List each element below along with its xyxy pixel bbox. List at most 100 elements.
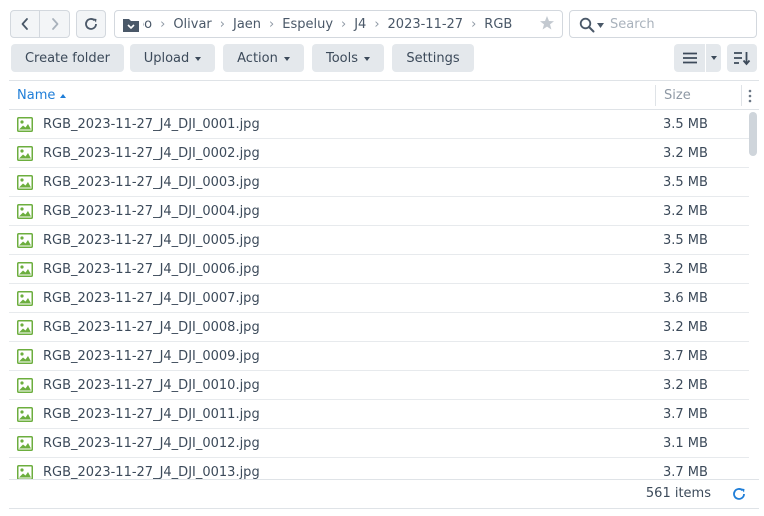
refresh-icon [85,18,97,30]
breadcrumb-item-olivar[interactable]: Olivar [171,17,213,32]
upload-label: Upload [143,50,190,66]
table-row[interactable]: RGB_2023-11-27_J4_DJI_0005.jpg 3.5 MB [9,226,749,255]
breadcrumb-separator: › [341,16,347,32]
column-header-name[interactable]: Name [17,88,67,103]
column-header-size[interactable]: Size [664,88,691,103]
item-count: 561 items [645,486,711,501]
file-name[interactable]: RGB_2023-11-27_J4_DJI_0005.jpg [43,233,260,248]
status-bar: 561 items [9,479,759,509]
action-label: Action [237,50,278,66]
image-file-icon [17,465,33,479]
breadcrumb-separator: › [374,16,380,32]
table-row[interactable]: RGB_2023-11-27_J4_DJI_0009.jpg 3.7 MB [9,342,749,371]
file-name[interactable]: RGB_2023-11-27_J4_DJI_0004.jpg [43,204,260,219]
table-row[interactable]: RGB_2023-11-27_J4_DJI_0007.jpg 3.6 MB [9,284,749,313]
table-row[interactable]: RGB_2023-11-27_J4_DJI_0012.jpg 3.1 MB [9,429,749,458]
file-name[interactable]: RGB_2023-11-27_J4_DJI_0001.jpg [43,117,260,132]
image-file-icon [17,233,33,248]
table-row[interactable]: RGB_2023-11-27_J4_DJI_0006.jpg 3.2 MB [9,255,749,284]
file-name[interactable]: RGB_2023-11-27_J4_DJI_0007.jpg [43,291,260,306]
sort-icon [734,52,751,66]
path-bar[interactable]: ɔo › Olivar › Jaen › Espeluy › J4 › 2023… [114,10,563,38]
file-size: 3.2 MB [663,146,708,161]
table-row[interactable]: RGB_2023-11-27_J4_DJI_0002.jpg 3.2 MB [9,139,749,168]
sort-button[interactable] [727,44,757,72]
file-size: 3.6 MB [663,291,708,306]
breadcrumb-separator: › [219,16,225,32]
table-row[interactable]: RGB_2023-11-27_J4_DJI_0011.jpg 3.7 MB [9,400,749,429]
file-name[interactable]: RGB_2023-11-27_J4_DJI_0003.jpg [43,175,260,190]
file-list-header: Name Size [9,81,759,110]
search-box[interactable] [569,10,757,38]
image-file-icon [17,204,33,219]
chevron-down-icon [283,56,290,61]
file-name[interactable]: RGB_2023-11-27_J4_DJI_0013.jpg [43,465,260,479]
image-file-icon [17,146,33,161]
view-mode-dropdown[interactable] [706,44,721,72]
search-icon[interactable] [579,17,595,33]
refresh-button[interactable] [76,10,106,38]
create-folder-button[interactable]: Create folder [11,44,124,72]
column-divider[interactable] [741,85,742,106]
file-name[interactable]: RGB_2023-11-27_J4_DJI_0002.jpg [43,146,260,161]
list-view-button[interactable] [674,44,705,72]
breadcrumb-item-jaen[interactable]: Jaen [231,17,263,32]
column-divider[interactable] [655,85,656,106]
table-row[interactable]: RGB_2023-11-27_J4_DJI_0008.jpg 3.2 MB [9,313,749,342]
file-size: 3.5 MB [663,233,708,248]
upload-button[interactable]: Upload [130,44,215,72]
file-name[interactable]: RGB_2023-11-27_J4_DJI_0011.jpg [43,407,260,422]
file-name[interactable]: RGB_2023-11-27_J4_DJI_0012.jpg [43,436,260,451]
image-file-icon [17,320,33,335]
breadcrumb-item-date[interactable]: 2023-11-27 [386,17,466,32]
action-button[interactable]: Action [223,44,304,72]
file-size: 3.2 MB [663,204,708,219]
file-size: 3.7 MB [663,349,708,364]
file-rows: RGB_2023-11-27_J4_DJI_0001.jpg 3.5 MB RGB_… [9,110,749,479]
table-row[interactable]: RGB_2023-11-27_J4_DJI_0010.jpg 3.2 MB [9,371,749,400]
breadcrumb-item-j4[interactable]: J4 [352,17,368,32]
search-input[interactable] [610,14,750,34]
scrollbar-thumb[interactable] [749,112,757,156]
file-name[interactable]: RGB_2023-11-27_J4_DJI_0006.jpg [43,262,260,277]
forward-button[interactable] [40,10,70,38]
column-header-name-label: Name [17,88,56,103]
vertical-scrollbar[interactable] [748,111,758,479]
settings-label: Settings [406,50,460,66]
folder-icon[interactable] [122,17,140,33]
table-row[interactable]: RGB_2023-11-27_J4_DJI_0013.jpg 3.7 MB [9,458,749,479]
table-row[interactable]: RGB_2023-11-27_J4_DJI_0003.jpg 3.5 MB [9,168,749,197]
image-file-icon [17,291,33,306]
breadcrumb-separator: › [471,16,477,32]
image-file-icon [17,262,33,277]
breadcrumb-item-espeluy[interactable]: Espeluy [280,17,335,32]
breadcrumb-item-rgb[interactable]: RGB [482,17,514,32]
file-size: 3.2 MB [663,262,708,277]
file-size: 3.7 MB [663,465,708,479]
file-name[interactable]: RGB_2023-11-27_J4_DJI_0009.jpg [43,349,260,364]
breadcrumb-item-truncated[interactable]: ɔo [143,17,154,32]
sort-ascending-icon [60,93,67,98]
image-file-icon [17,407,33,422]
tools-label: Tools [325,50,359,66]
chevron-down-icon [710,56,717,60]
file-name[interactable]: RGB_2023-11-27_J4_DJI_0010.jpg [43,378,260,393]
back-button[interactable] [10,10,40,38]
file-name[interactable]: RGB_2023-11-27_J4_DJI_0008.jpg [43,320,260,335]
kebab-menu-icon[interactable] [747,88,753,104]
settings-button[interactable]: Settings [392,44,474,72]
image-file-icon [17,378,33,393]
star-icon[interactable] [539,15,555,31]
chevron-down-icon[interactable] [597,23,604,28]
file-size: 3.2 MB [663,320,708,335]
breadcrumb: ɔo › Olivar › Jaen › Espeluy › J4 › 2023… [143,11,534,37]
refresh-icon[interactable] [731,486,747,502]
list-view-icon [682,52,697,64]
file-size: 3.2 MB [663,378,708,393]
chevron-down-icon [364,56,371,61]
file-size: 3.5 MB [663,117,708,132]
table-row[interactable]: RGB_2023-11-27_J4_DJI_0004.jpg 3.2 MB [9,197,749,226]
chevron-down-icon [195,56,202,61]
table-row[interactable]: RGB_2023-11-27_J4_DJI_0001.jpg 3.5 MB [9,110,749,139]
tools-button[interactable]: Tools [312,44,384,72]
